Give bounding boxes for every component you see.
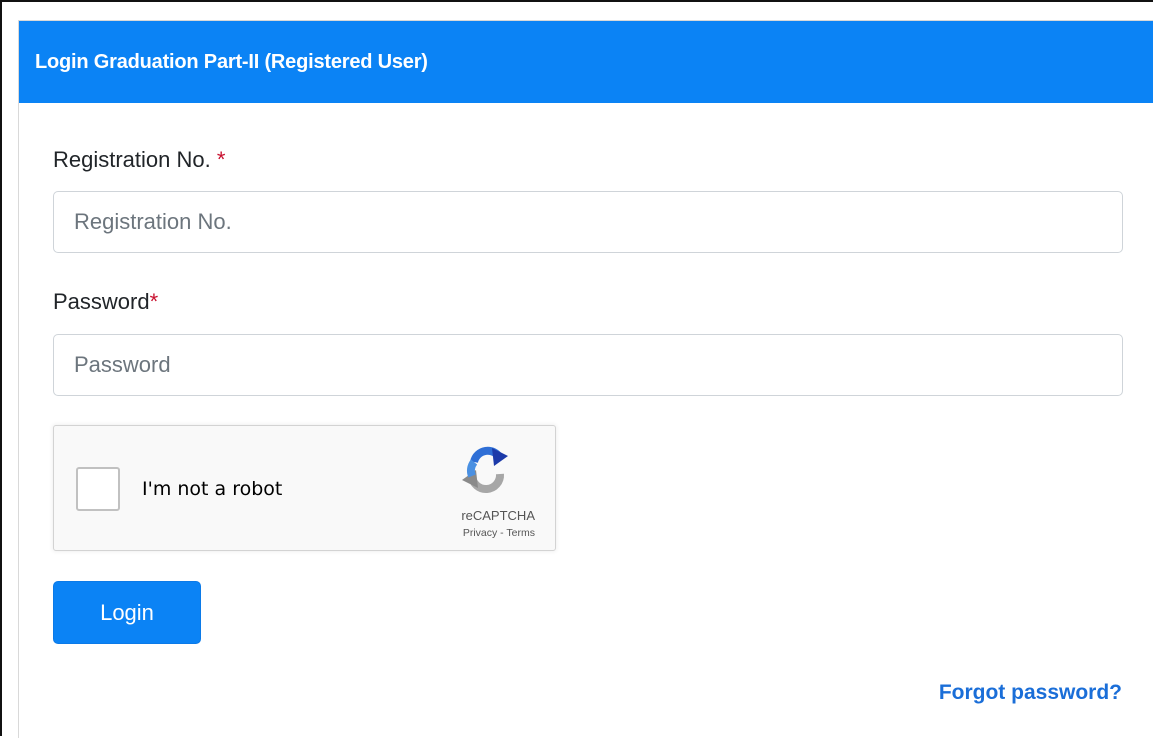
required-marker: * [149, 289, 159, 314]
recaptcha-links: Privacy - Terms [463, 527, 535, 539]
card-header: Login Graduation Part-II (Registered Use… [19, 21, 1153, 103]
registration-number-input[interactable] [53, 191, 1123, 253]
recaptcha-privacy-link[interactable]: Privacy [463, 527, 497, 539]
recaptcha-checkbox[interactable] [76, 467, 120, 511]
required-marker: * [216, 147, 226, 172]
password-label: Password* [53, 289, 158, 315]
forgot-password-link[interactable]: Forgot password? [939, 681, 1122, 705]
page-title: Login Graduation Part-II (Registered Use… [35, 50, 428, 73]
login-button[interactable]: Login [53, 581, 201, 644]
recaptcha-checkbox-label: I'm not a robot [142, 478, 283, 500]
registration-label: Registration No. * [53, 147, 225, 173]
password-label-text: Password [53, 289, 150, 314]
registration-label-text: Registration No. [53, 147, 217, 172]
recaptcha-logo-icon [462, 446, 508, 494]
recaptcha-terms-link[interactable]: Terms [506, 527, 535, 539]
recaptcha-brand: reCAPTCHA [461, 508, 535, 523]
login-card: Login Graduation Part-II (Registered Use… [18, 20, 1153, 738]
recaptcha-widget: I'm not a robot reCAPTCHA Privacy - Term… [53, 425, 556, 551]
password-input[interactable] [53, 334, 1123, 396]
page-frame: Login Graduation Part-II (Registered Use… [0, 0, 1153, 738]
